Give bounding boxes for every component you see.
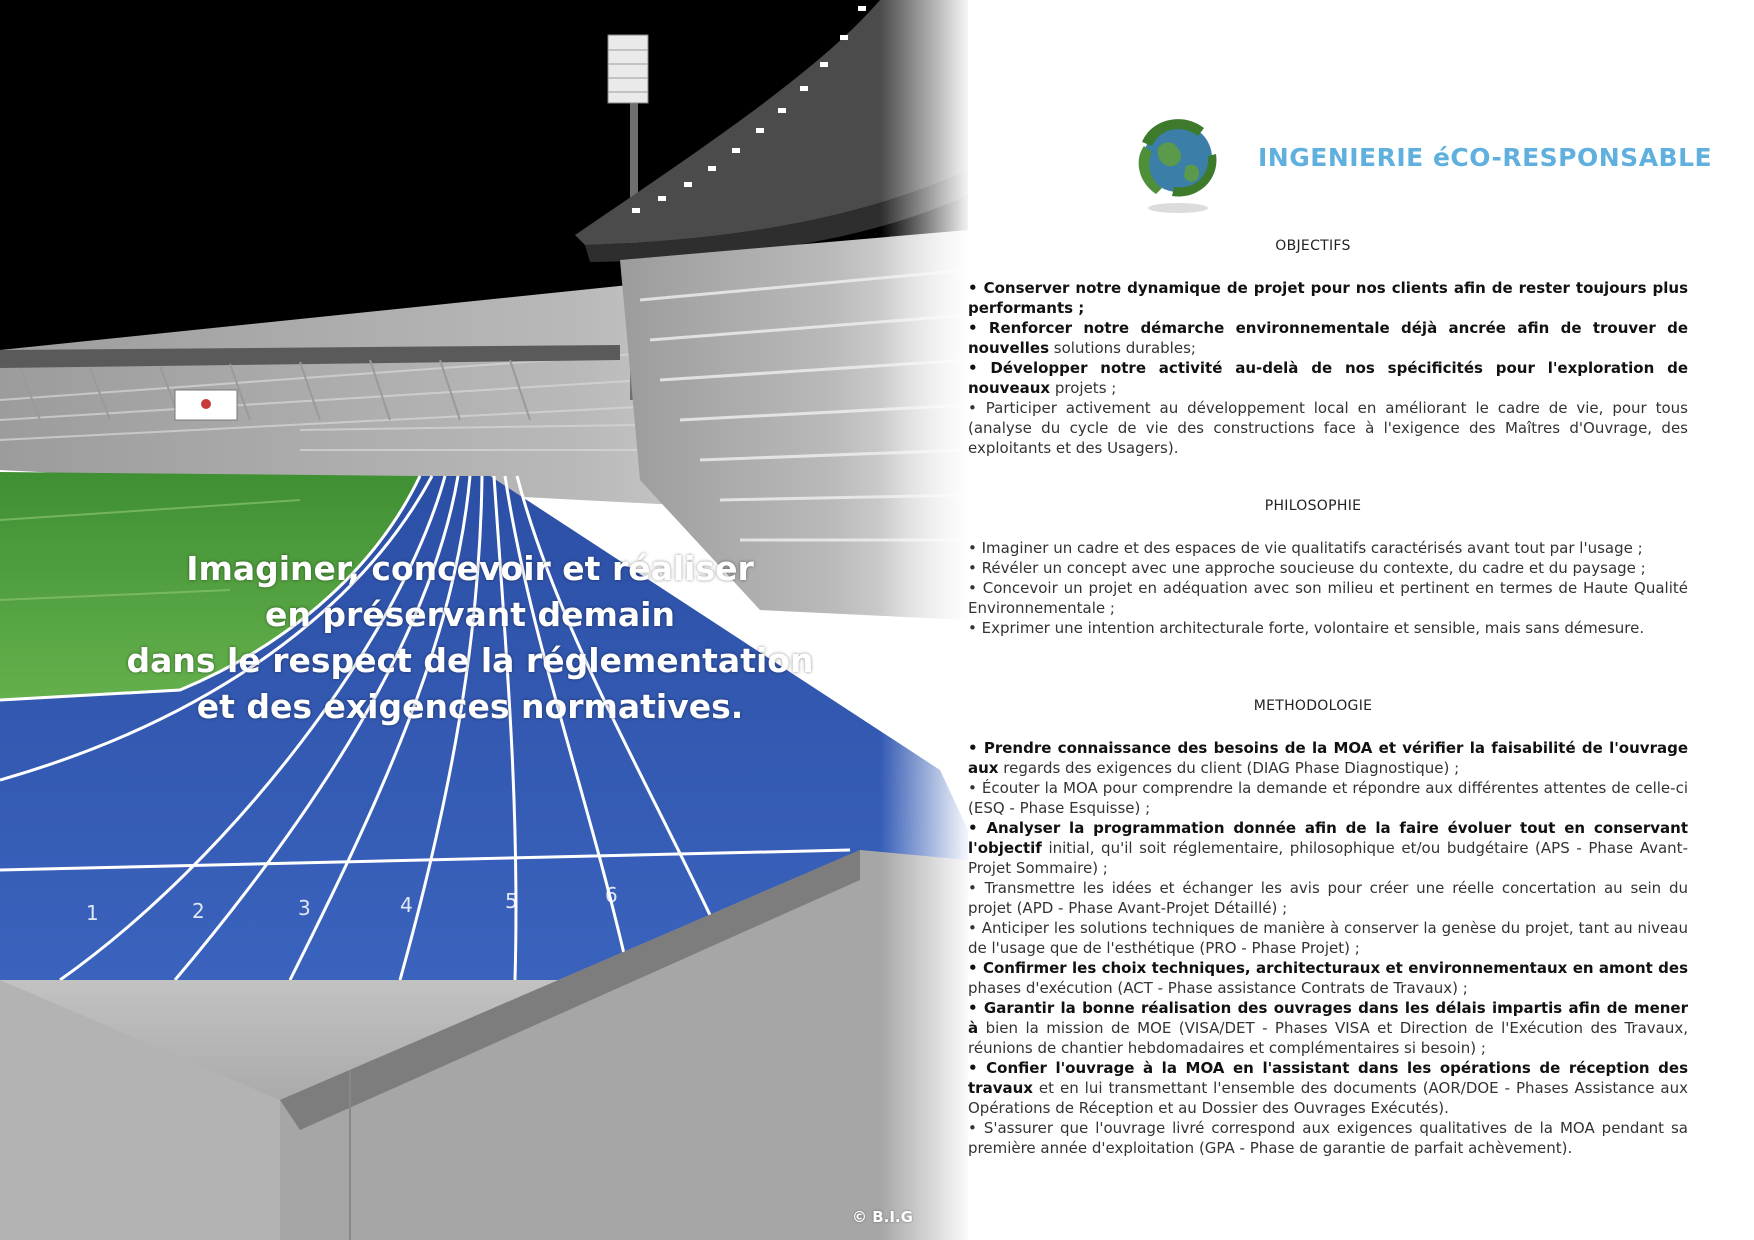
list-item: • Confirmer les choix techniques, archit…	[968, 959, 1688, 997]
section-objectifs: • Conserver notre dynamique de projet po…	[968, 278, 1688, 458]
lane-number: 6	[605, 883, 618, 907]
list-item: • Confier l'ouvrage à la MOA en l'assist…	[968, 1059, 1688, 1117]
lane-number: 2	[192, 899, 205, 923]
section-heading-methodologie: METHODOLOGIE	[1253, 698, 1373, 714]
list-item: • Participer activement au développement…	[968, 399, 1688, 457]
lane-number: 3	[298, 896, 311, 920]
floodlight	[607, 34, 649, 104]
list-item: • Prendre connaissance des besoins de la…	[968, 739, 1688, 777]
section-methodologie: • Prendre connaissance des besoins de la…	[968, 738, 1688, 1158]
section-heading-objectifs: OBJECTIFS	[1275, 238, 1351, 254]
slogan-line: et des exigences normatives.	[196, 687, 744, 726]
list-item: • Écouter la MOA pour comprendre la dema…	[968, 779, 1688, 817]
recycling-globe-icon	[1128, 108, 1228, 218]
lane-number: 1	[86, 901, 99, 925]
stadium-photo: 1 2 3 4 5 6 Imaginer, concevoir et réali…	[0, 0, 968, 1240]
section-philosophie: • Imaginer un cadre et des espaces de vi…	[968, 538, 1688, 638]
list-item: • Garantir la bonne réalisation des ouvr…	[968, 999, 1688, 1057]
list-item: • Développer notre activité au-delà de n…	[968, 359, 1688, 397]
list-item: • Exprimer une intention architecturale …	[968, 619, 1645, 637]
slogan-line: dans le respect de la réglementation	[126, 641, 814, 680]
list-item: • Anticiper les solutions techniques de …	[968, 919, 1688, 957]
slogan-line: en préservant demain	[265, 595, 675, 634]
slogan-line: Imaginer, concevoir et réaliser	[186, 549, 754, 588]
list-item: • Renforcer notre démarche environnement…	[968, 319, 1688, 357]
section-heading-philosophie: PHILOSOPHIE	[1264, 498, 1362, 514]
list-item: • Révéler un concept avec une approche s…	[968, 559, 1646, 577]
lane-number: 5	[505, 889, 518, 913]
list-item: • Analyser la programmation donnée afin …	[968, 819, 1688, 877]
slogan: Imaginer, concevoir et réaliser en prése…	[90, 546, 850, 730]
list-item: • Conserver notre dynamique de projet po…	[968, 279, 1688, 317]
list-item: • Imaginer un cadre et des espaces de vi…	[968, 539, 1643, 557]
list-item: • Concevoir un projet en adéquation avec…	[968, 579, 1688, 617]
page-title: INGENIERIE éCO-RESPONSABLE	[1258, 143, 1713, 172]
list-item: • Transmettre les idées et échanger les …	[968, 879, 1688, 917]
list-item: • S'assurer que l'ouvrage livré correspo…	[968, 1119, 1688, 1157]
copyright-label: © B.I.G	[852, 1208, 913, 1226]
lane-number: 4	[400, 893, 413, 917]
